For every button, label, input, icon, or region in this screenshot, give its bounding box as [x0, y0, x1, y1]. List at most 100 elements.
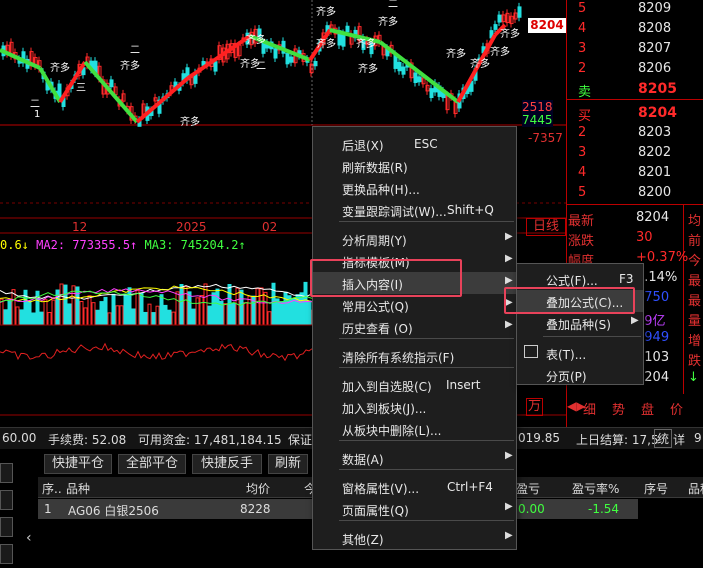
- left-dropdown[interactable]: [0, 517, 13, 537]
- left-dropdown[interactable]: [0, 490, 13, 510]
- ask-level[interactable]: 3 8207: [566, 38, 703, 60]
- volume-bar: [139, 292, 144, 326]
- bid-level[interactable]: 5 8200: [566, 182, 703, 204]
- menu-item-remove-block[interactable]: 从板块中删除(L)...: [313, 418, 516, 440]
- ma1-value: 0.6↓: [0, 238, 29, 252]
- menu-item-common-formula[interactable]: 常用公式(Q) ▶: [313, 294, 516, 316]
- volume-bar: [51, 299, 56, 326]
- volume-bar: [119, 305, 124, 326]
- quick-close-button[interactable]: 快捷平仓: [44, 454, 112, 474]
- insert-submenu: 公式(F)... F3 叠加公式(C)... 叠加品种(S) ▶ 表(T)... 分页(P): [516, 263, 644, 385]
- menu-item-period[interactable]: 分析周期(Y) ▶: [313, 228, 516, 250]
- ask-level[interactable]: 4 8208: [566, 18, 703, 40]
- tab-scroll-icon[interactable]: ◀▶: [567, 399, 585, 413]
- volume-bar: [179, 284, 184, 326]
- volume-bar: [107, 312, 112, 326]
- candle: [417, 76, 422, 83]
- stat-tail: 量: [688, 314, 702, 329]
- menu-item-add-block[interactable]: 加入到板块(J)...: [313, 396, 516, 418]
- tab-daily[interactable]: 日线: [526, 218, 566, 236]
- bid-level[interactable]: 3 8202: [566, 142, 703, 164]
- volume-bar: [211, 292, 216, 326]
- volume-bar: [263, 291, 268, 326]
- detail-tab[interactable]: 价: [670, 399, 683, 418]
- row-index: 1: [44, 502, 52, 516]
- ask-level[interactable]: 5 8209: [566, 0, 703, 20]
- price-tag: 8204: [528, 18, 566, 33]
- volume-bar: [183, 286, 188, 326]
- col-header[interactable]: 序..: [42, 480, 62, 497]
- left-dropdown[interactable]: [0, 463, 13, 483]
- refresh-button[interactable]: 刷新: [268, 454, 308, 474]
- stat-tail: 最: [688, 294, 702, 309]
- level-label: 5: [578, 1, 587, 16]
- submenu-arrow-icon: ▶: [505, 231, 513, 242]
- menu-item-change-symbol[interactable]: 更换品种(H)...: [313, 177, 516, 199]
- ask-level[interactable]: 2 8206: [566, 58, 703, 80]
- signal-label: 齐多: [50, 63, 70, 74]
- volume-bar: [135, 290, 140, 326]
- submenu-arrow-icon: ▶: [505, 450, 513, 461]
- signal-label: 二: [130, 45, 140, 56]
- tab-wan[interactable]: 万: [526, 398, 543, 416]
- menu-separator: [339, 520, 514, 521]
- volume-bar: [67, 303, 72, 326]
- submenu-item-table[interactable]: 表(T)...: [517, 342, 643, 364]
- ask-level[interactable]: 卖 8205: [566, 78, 703, 100]
- menu-item-back[interactable]: 后退(X) ESC: [313, 133, 516, 155]
- menu-item-var-debug[interactable]: 变量跟踪调试(W)... Shift+Q: [313, 199, 516, 221]
- close-all-button[interactable]: 全部平仓: [118, 454, 186, 474]
- candle: [285, 53, 290, 65]
- collapse-left-icon[interactable]: ‹: [26, 530, 32, 546]
- menu-item-other[interactable]: 其他(Z) ▶: [313, 527, 516, 549]
- submenu-item-paging[interactable]: 分页(P): [517, 364, 643, 386]
- volume-bar: [95, 309, 100, 326]
- tab-detail[interactable]: 详: [673, 431, 685, 448]
- menu-item-refresh-data[interactable]: 刷新数据(R): [313, 155, 516, 177]
- menu-item-data[interactable]: 数据(A) ▶: [313, 447, 516, 469]
- col-header[interactable]: 序号: [644, 480, 668, 497]
- col-header[interactable]: 品种: [688, 480, 703, 497]
- detail-tab[interactable]: 势: [612, 399, 625, 418]
- volume-bar: [11, 289, 16, 326]
- volume-bar: [259, 287, 264, 326]
- volume-bar: [87, 295, 92, 326]
- col-header[interactable]: 盈亏率%: [572, 480, 619, 497]
- ma2-value: MA2: 773355.5↑: [36, 238, 138, 252]
- menu-item-label: 数据(A): [342, 453, 384, 467]
- menu-item-history[interactable]: 历史查看 (O) ▶: [313, 316, 516, 338]
- time-axis-label: 2025: [176, 220, 207, 234]
- bid-level[interactable]: 4 8201: [566, 162, 703, 184]
- tab-more[interactable]: 9: [694, 431, 702, 445]
- tab-stat[interactable]: 统: [654, 429, 673, 448]
- volume-bar: [115, 305, 120, 326]
- volume-bar: [7, 299, 12, 326]
- candle: [289, 56, 294, 63]
- volume-bar: [127, 287, 132, 326]
- volume-bar: [175, 291, 180, 326]
- menu-item-add-watchlist[interactable]: 加入到自选股(C) Insert: [313, 374, 516, 396]
- menu-item-label: 变量跟踪调试(W)...: [342, 205, 447, 219]
- level-price: 8209: [638, 1, 672, 16]
- menu-item-clear-indicators[interactable]: 清除所有系统指示(F): [313, 345, 516, 367]
- quick-reverse-button[interactable]: 快捷反手: [192, 454, 262, 474]
- menu-item-label: 加入到板块(J)...: [342, 402, 427, 416]
- volume-bar: [75, 286, 80, 326]
- col-header[interactable]: 均价: [246, 480, 270, 497]
- signal-label: 齐多: [316, 39, 336, 50]
- col-header[interactable]: 盈亏: [516, 480, 540, 497]
- menu-item-page-props[interactable]: 页面属性(Q) ▶: [313, 498, 516, 520]
- volume-bar: [207, 305, 212, 326]
- col-header[interactable]: 品种: [66, 480, 90, 497]
- detail-tab[interactable]: 盘: [641, 399, 654, 418]
- menu-item-pane-props[interactable]: 窗格属性(V)... Ctrl+F4: [313, 476, 516, 498]
- left-dropdown[interactable]: [0, 544, 13, 564]
- bid-level[interactable]: 2 8203: [566, 122, 703, 144]
- volume-bar: [303, 281, 308, 326]
- submenu-item-overlay-symbol[interactable]: 叠加品种(S) ▶: [517, 312, 643, 334]
- signal-label: 齐多: [378, 17, 398, 28]
- time-axis-label: 12: [72, 220, 88, 234]
- candle: [493, 24, 498, 30]
- volume-bar: [59, 283, 64, 326]
- bid-level[interactable]: 买 8204: [566, 102, 703, 124]
